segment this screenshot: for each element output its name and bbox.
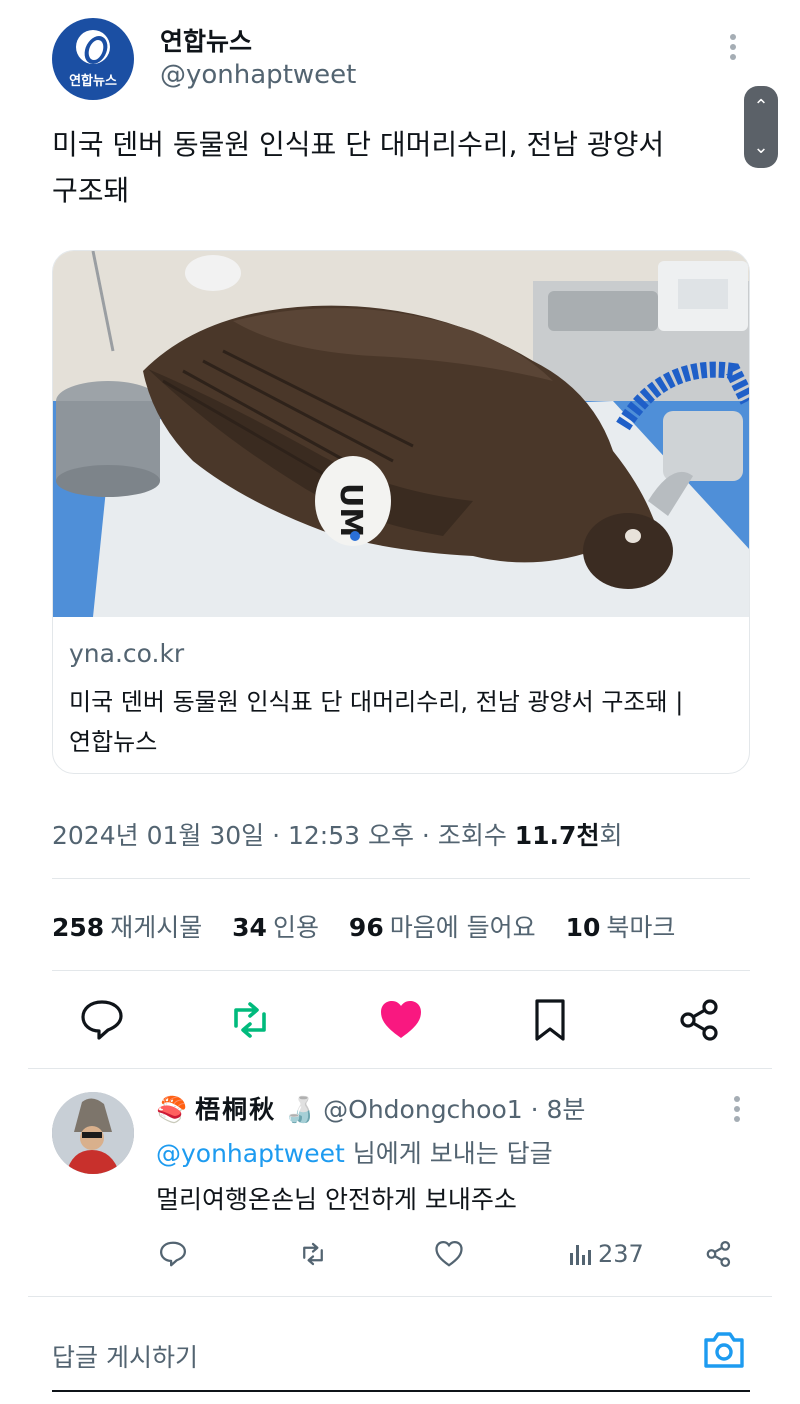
reply-view-count: 237 [598, 1240, 644, 1268]
reply-compose-input[interactable]: 답글 게시하기 [52, 1338, 198, 1374]
stat-label: 북마크 [606, 913, 676, 942]
reply-mention-link[interactable]: @yonhaptweet [156, 1139, 345, 1168]
stat-number: 34 [232, 913, 267, 942]
quote-count[interactable]: 34 인용 [232, 913, 319, 942]
divider [52, 970, 750, 971]
view-count-unit: 회 [599, 821, 623, 850]
bookmark-count[interactable]: 10 북마크 [566, 913, 676, 942]
views-icon [570, 1245, 591, 1265]
tweet-text: 미국 덴버 동물원 인식표 단 대머리수리, 전남 광양서 구조돼 [52, 122, 742, 214]
timestamp-text: 2024년 01월 30일 · 12:53 오후 · 조회수 [52, 821, 515, 850]
reply-views[interactable]: 237 [568, 1238, 644, 1270]
link-card[interactable]: UM yna.co.kr 미국 덴버 동물원 인식표 단 대머리수리, 전남 광… [52, 250, 750, 774]
reply-more-options-icon[interactable] [726, 1096, 748, 1130]
reply-author-name[interactable]: 梧桐秋 [195, 1095, 276, 1124]
divider [28, 1296, 772, 1297]
wing-tag-text: UM [333, 483, 368, 537]
card-title[interactable]: 미국 덴버 동물원 인식표 단 대머리수리, 전남 광양서 구조돼 | 연합뉴스 [69, 682, 733, 762]
heart-icon[interactable] [377, 996, 425, 1044]
reply-header: 🍣 梧桐秋 🍶 @Ohdongchoo1 · 8분 [156, 1090, 585, 1126]
tweet-text-line: 미국 덴버 동물원 인식표 단 대머리수리, 전남 광양서 [52, 128, 665, 161]
card-domain[interactable]: yna.co.kr [69, 639, 733, 668]
stat-number: 96 [348, 913, 384, 942]
sake-emoji-icon: 🍶 [284, 1095, 316, 1124]
author-handle[interactable]: @yonhaptweet [160, 60, 356, 90]
scroll-up-icon[interactable]: ⌃ [744, 86, 778, 127]
card-meta: yna.co.kr 미국 덴버 동물원 인식표 단 대머리수리, 전남 광양서 … [69, 639, 733, 762]
avatar-logo-text: 연합뉴스 [69, 74, 117, 89]
replying-to: @yonhaptweet 님에게 보내는 답글 [156, 1134, 553, 1170]
card-title-line: 미국 덴버 동물원 인식표 단 대머리수리, 전남 광양서 구조돼 | [69, 688, 684, 716]
yonhap-logo-icon [76, 30, 110, 64]
reply-handle-time[interactable]: @Ohdongchoo1 · 8분 [323, 1095, 585, 1124]
stat-label: 인용 [272, 913, 319, 942]
reply-retweet-icon[interactable] [298, 1238, 328, 1270]
vulture-photo: UM [53, 251, 749, 617]
author-name[interactable]: 연합뉴스 [160, 22, 252, 58]
author-avatar[interactable]: 연합뉴스 [52, 18, 134, 100]
sushi-emoji-icon: 🍣 [156, 1095, 188, 1124]
stat-label: 재게시물 [110, 913, 203, 942]
bookmark-icon[interactable] [526, 996, 574, 1044]
retweet-icon[interactable] [226, 996, 274, 1044]
reply-avatar[interactable] [52, 1092, 134, 1174]
camera-icon[interactable] [702, 1330, 746, 1370]
stat-number: 10 [565, 913, 601, 942]
input-underline [52, 1390, 750, 1392]
reply-text: 멀리여행온손님 안전하게 보내주소 [156, 1185, 517, 1214]
view-count[interactable]: 11.7천 [515, 821, 600, 850]
reply-to-suffix: 님에게 보내는 답글 [344, 1139, 553, 1168]
scroll-control[interactable]: ⌃ ⌄ [744, 86, 778, 168]
stat-label: 마음에 들어요 [389, 913, 536, 942]
stat-number: 258 [52, 913, 105, 942]
reply-icon[interactable] [78, 996, 126, 1044]
tweet-text-line: 구조돼 [52, 174, 130, 207]
like-count[interactable]: 96 마음에 들어요 [349, 913, 536, 942]
engagement-stats: 258 재게시물 34 인용 96 마음에 들어요 10 북마크 [52, 908, 697, 944]
tweet-timestamp: 2024년 01월 30일 · 12:53 오후 · 조회수 11.7천회 [52, 816, 622, 852]
repost-count[interactable]: 258 재게시물 [52, 913, 202, 942]
divider [28, 1068, 772, 1069]
reply-avatar-photo [52, 1092, 134, 1174]
reply-share-icon[interactable] [704, 1238, 734, 1270]
reply-reply-icon[interactable] [158, 1238, 188, 1270]
scroll-down-icon[interactable]: ⌄ [744, 127, 778, 168]
divider [52, 878, 750, 879]
more-options-icon[interactable] [722, 34, 744, 68]
share-icon[interactable] [676, 996, 724, 1044]
card-image[interactable]: UM [53, 251, 749, 617]
card-title-line: 연합뉴스 [69, 728, 158, 756]
reply-heart-icon[interactable] [434, 1238, 464, 1270]
